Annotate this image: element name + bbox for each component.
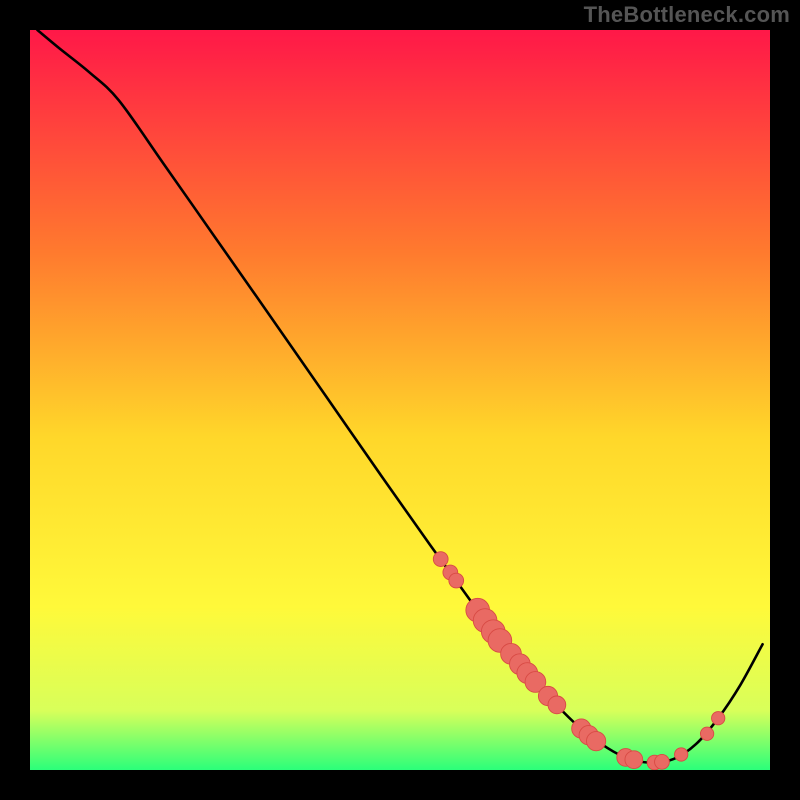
- data-marker: [655, 754, 670, 769]
- data-marker: [433, 552, 448, 567]
- watermark-text: TheBottleneck.com: [584, 2, 790, 28]
- data-marker: [675, 748, 688, 761]
- data-marker: [449, 573, 464, 588]
- data-marker: [712, 712, 725, 725]
- data-marker: [586, 732, 605, 751]
- data-marker: [700, 727, 713, 740]
- chart-frame: TheBottleneck.com: [0, 0, 800, 800]
- gradient-background: [30, 30, 770, 770]
- data-marker: [548, 696, 566, 714]
- data-marker: [625, 751, 643, 769]
- bottleneck-curve-chart: [30, 30, 770, 770]
